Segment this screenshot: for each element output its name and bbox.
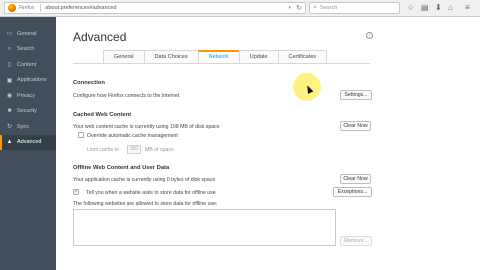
search-icon: ⌕: [7, 45, 12, 52]
browser-toolbar: Firefox about:preferences#advanced ▾ ↻ ⌕…: [0, 0, 480, 17]
remove-button[interactable]: Remove...: [340, 236, 372, 246]
wizard-hat-icon: ▲: [6, 139, 13, 146]
offline-sites-list[interactable]: [73, 209, 336, 246]
tab-data-choices[interactable]: Data Choices: [143, 50, 199, 63]
download-icon[interactable]: ⬇: [435, 3, 442, 13]
search-icon: ⌕: [313, 4, 317, 11]
reload-icon[interactable]: ↻: [296, 4, 302, 12]
sidebar-item-label: Security: [17, 108, 37, 115]
search-placeholder: Search: [319, 5, 338, 11]
url-bar[interactable]: Firefox about:preferences#advanced ▾ ↻: [4, 2, 306, 14]
url-separator: [40, 4, 42, 12]
tab-divider: [73, 63, 370, 64]
limit-cache-label: Limit cache to: [87, 147, 120, 153]
menu-icon[interactable]: ≡: [465, 3, 470, 13]
page-title: Advanced: [73, 30, 127, 44]
sidebar-item-privacy[interactable]: ◉ Privacy: [0, 88, 56, 104]
firefox-logo-icon: [8, 4, 16, 12]
tab-certificates[interactable]: Certificates: [277, 50, 328, 63]
cache-size-input[interactable]: 350: [127, 145, 141, 154]
tell-offline-label: Tell you when a website asks to store da…: [86, 190, 216, 196]
offline-usage-text: Your application cache is currently usin…: [73, 177, 216, 183]
mask-icon: ◉: [6, 93, 13, 100]
connection-description: Configure how Firefox connects to the In…: [73, 93, 180, 99]
cache-usage-text: Your web content cache is currently usin…: [73, 124, 220, 130]
sidebar-item-advanced[interactable]: ▲ Advanced: [0, 134, 56, 150]
preferences-main: Advanced ? General Data Choices Network …: [56, 17, 480, 270]
offline-clear-button[interactable]: Clear Now: [340, 174, 371, 184]
offline-content-heading: Offline Web Content and User Data: [73, 165, 170, 171]
help-icon[interactable]: ?: [366, 32, 373, 39]
connection-heading: Connection: [73, 80, 105, 86]
sidebar-item-general[interactable]: ▭ General: [0, 26, 56, 42]
override-cache-checkbox[interactable]: [78, 132, 84, 138]
sidebar-item-sync[interactable]: ↻ Sync: [0, 119, 56, 135]
sidebar-item-applications[interactable]: ▣ Applications: [0, 73, 56, 89]
tab-update[interactable]: Update: [238, 50, 279, 63]
tab-network[interactable]: Network: [197, 50, 240, 63]
reading-list-icon[interactable]: ▤: [421, 3, 429, 13]
search-bar[interactable]: ⌕ Search: [309, 2, 400, 14]
connection-settings-button[interactable]: Settings...: [340, 90, 372, 100]
star-icon[interactable]: ☆: [407, 3, 414, 13]
sidebar-item-label: General: [17, 30, 37, 37]
cache-clear-button[interactable]: Clear Now: [340, 121, 371, 131]
identity-label: Firefox: [19, 5, 35, 11]
override-cache-label: Override automatic cache management: [87, 133, 178, 139]
exceptions-button[interactable]: Exceptions...: [333, 187, 372, 197]
applications-icon: ▣: [6, 77, 13, 84]
url-dropdown-icon[interactable]: ▾: [288, 5, 291, 11]
cached-content-heading: Cached Web Content: [73, 112, 132, 118]
sidebar-item-label: Applications: [17, 77, 47, 84]
tab-general[interactable]: General: [103, 50, 145, 63]
url-text[interactable]: about:preferences#advanced: [45, 5, 116, 11]
sidebar-item-security[interactable]: ■ Security: [0, 104, 56, 120]
tell-offline-checkbox[interactable]: ✓: [73, 189, 79, 195]
sidebar-item-label: Advanced: [17, 139, 42, 146]
sidebar-item-content[interactable]: ▯ Content: [0, 57, 56, 73]
home-icon[interactable]: ⌂: [448, 3, 453, 13]
lock-icon: ■: [7, 108, 12, 115]
sidebar-item-label: Privacy: [17, 92, 36, 99]
document-icon: ▯: [7, 62, 12, 69]
sidebar-item-label: Content: [17, 61, 37, 68]
tab-bar: General Data Choices Network Update Cert…: [103, 50, 328, 63]
sidebar-item-label: Sync: [17, 123, 30, 130]
switch-icon: ▭: [6, 31, 13, 38]
cache-size-unit: MB of space: [145, 147, 174, 153]
sidebar-item-label: Search: [17, 46, 35, 53]
sync-icon: ↻: [6, 124, 13, 131]
preferences-sidebar: ▭ General ⌕ Search ▯ Content ▣ Applicati…: [0, 17, 56, 270]
offline-list-label: The following websites are allowed to st…: [73, 201, 218, 207]
sidebar-item-search[interactable]: ⌕ Search: [0, 42, 56, 58]
